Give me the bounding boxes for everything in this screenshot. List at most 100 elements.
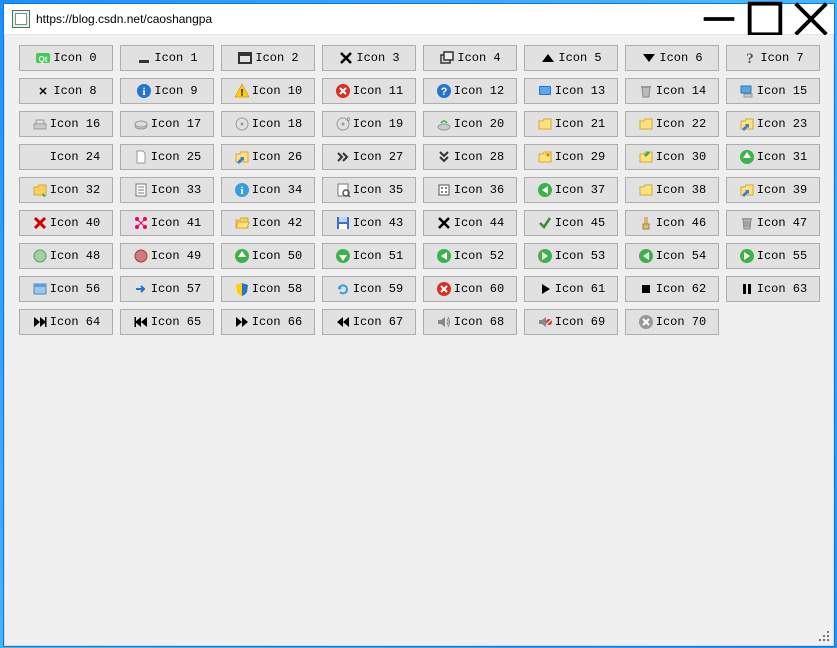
icon-button-38[interactable]: Icon 38 xyxy=(625,177,719,203)
chevron-right-double-icon xyxy=(335,149,351,165)
icon-button-5[interactable]: Icon 5 xyxy=(524,45,618,71)
icon-button-22[interactable]: Icon 22 xyxy=(625,111,719,137)
icon-button-57[interactable]: Icon 57 xyxy=(120,276,214,302)
close-button[interactable] xyxy=(788,4,834,34)
icon-button-62[interactable]: Icon 62 xyxy=(625,276,719,302)
icon-button-19[interactable]: DIcon 19 xyxy=(322,111,416,137)
minimize-button[interactable] xyxy=(696,4,742,34)
icon-button-1[interactable]: Icon 1 xyxy=(120,45,214,71)
icon-button-29[interactable]: ★Icon 29 xyxy=(524,144,618,170)
icon-button-13[interactable]: Icon 13 xyxy=(524,78,618,104)
icon-button-11[interactable]: Icon 11 xyxy=(322,78,416,104)
icon-button-37[interactable]: Icon 37 xyxy=(524,177,618,203)
icon-button-50[interactable]: Icon 50 xyxy=(221,243,315,269)
icon-button-63[interactable]: Icon 63 xyxy=(726,276,820,302)
icon-button-47[interactable]: Icon 47 xyxy=(726,210,820,236)
icon-button-34[interactable]: iIcon 34 xyxy=(221,177,315,203)
icon-label: Icon 53 xyxy=(555,249,605,263)
icon-button-4[interactable]: Icon 4 xyxy=(423,45,517,71)
window-icon xyxy=(32,281,48,297)
icon-label: Icon 48 xyxy=(50,249,100,263)
dialog-yes-icon xyxy=(32,248,48,264)
icon-label: Icon 33 xyxy=(151,183,201,197)
icon-button-2[interactable]: Icon 2 xyxy=(221,45,315,71)
icon-button-52[interactable]: Icon 52 xyxy=(423,243,517,269)
link-icon xyxy=(739,182,755,198)
icon-button-14[interactable]: Icon 14 xyxy=(625,78,719,104)
icon-button-42[interactable]: Icon 42 xyxy=(221,210,315,236)
icon-button-27[interactable]: Icon 27 xyxy=(322,144,416,170)
icon-button-44[interactable]: Icon 44 xyxy=(423,210,517,236)
icon-button-60[interactable]: Icon 60 xyxy=(423,276,517,302)
icon-label: Icon 51 xyxy=(353,249,403,263)
icon-button-43[interactable]: Icon 43 xyxy=(322,210,416,236)
icon-button-17[interactable]: Icon 17 xyxy=(120,111,214,137)
icon-button-33[interactable]: Icon 33 xyxy=(120,177,214,203)
drive-harddisk-icon xyxy=(133,116,149,132)
icon-button-59[interactable]: Icon 59 xyxy=(322,276,416,302)
icon-button-69[interactable]: Icon 69 xyxy=(524,309,618,335)
icon-button-3[interactable]: Icon 3 xyxy=(322,45,416,71)
icon-label: Icon 23 xyxy=(757,117,807,131)
icon-button-28[interactable]: Icon 28 xyxy=(423,144,517,170)
icon-label: Icon 44 xyxy=(454,216,504,230)
icon-button-10[interactable]: !Icon 10 xyxy=(221,78,315,104)
icon-button-68[interactable]: Icon 68 xyxy=(423,309,517,335)
icon-button-70[interactable]: Icon 70 xyxy=(625,309,719,335)
icon-button-36[interactable]: Icon 36 xyxy=(423,177,517,203)
icon-label: Icon 66 xyxy=(252,315,302,329)
icon-button-40[interactable]: Icon 40 xyxy=(19,210,113,236)
icon-button-46[interactable]: Icon 46 xyxy=(625,210,719,236)
icon-button-16[interactable]: Icon 16 xyxy=(19,111,113,137)
icon-button-67[interactable]: Icon 67 xyxy=(322,309,416,335)
icon-label: Icon 9 xyxy=(154,84,197,98)
title-bar-close-small-icon xyxy=(35,83,51,99)
icon-button-32[interactable]: Icon 32 xyxy=(19,177,113,203)
trashcan-icon xyxy=(638,83,654,99)
icon-button-30[interactable]: Icon 30 xyxy=(625,144,719,170)
icon-button-6[interactable]: Icon 6 xyxy=(625,45,719,71)
icon-button-20[interactable]: Icon 20 xyxy=(423,111,517,137)
icon-button-39[interactable]: Icon 39 xyxy=(726,177,820,203)
icon-button-64[interactable]: Icon 64 xyxy=(19,309,113,335)
maximize-button[interactable] xyxy=(742,4,788,34)
icon-button-49[interactable]: Icon 49 xyxy=(120,243,214,269)
icon-button-8[interactable]: Icon 8 xyxy=(19,78,113,104)
icon-button-66[interactable]: Icon 66 xyxy=(221,309,315,335)
icon-button-23[interactable]: Icon 23 xyxy=(726,111,820,137)
icon-button-18[interactable]: Icon 18 xyxy=(221,111,315,137)
icon-button-51[interactable]: Icon 51 xyxy=(322,243,416,269)
icon-button-65[interactable]: Icon 65 xyxy=(120,309,214,335)
icon-button-56[interactable]: Icon 56 xyxy=(19,276,113,302)
icon-label: Icon 65 xyxy=(151,315,201,329)
icon-button-24[interactable]: Icon 24 xyxy=(19,144,113,170)
icon-button-9[interactable]: iIcon 9 xyxy=(120,78,214,104)
icon-button-15[interactable]: Icon 15 xyxy=(726,78,820,104)
icon-button-48[interactable]: Icon 48 xyxy=(19,243,113,269)
icon-label: Icon 4 xyxy=(457,51,500,65)
dialog-apply-icon xyxy=(537,215,553,231)
folder-icon xyxy=(638,182,654,198)
icon-button-35[interactable]: Icon 35 xyxy=(322,177,416,203)
icon-button-55[interactable]: Icon 55 xyxy=(726,243,820,269)
icon-button-0[interactable]: QtIcon 0 xyxy=(19,45,113,71)
icon-button-25[interactable]: Icon 25 xyxy=(120,144,214,170)
icon-button-12[interactable]: ?Icon 12 xyxy=(423,78,517,104)
icon-button-7[interactable]: ?Icon 7 xyxy=(726,45,820,71)
icon-button-54[interactable]: Icon 54 xyxy=(625,243,719,269)
size-grip[interactable] xyxy=(817,629,831,643)
icon-label: Icon 28 xyxy=(454,150,504,164)
icon-button-53[interactable]: Icon 53 xyxy=(524,243,618,269)
icon-button-61[interactable]: Icon 61 xyxy=(524,276,618,302)
icon-button-21[interactable]: Icon 21 xyxy=(524,111,618,137)
arrow-back-green-icon xyxy=(537,182,553,198)
icon-label: Icon 68 xyxy=(454,315,504,329)
icon-label: Icon 62 xyxy=(656,282,706,296)
chevron-down-double-icon xyxy=(436,149,452,165)
icon-button-26[interactable]: Icon 26 xyxy=(221,144,315,170)
title-bar[interactable]: https://blog.csdn.net/caoshangpa xyxy=(4,4,834,35)
icon-button-58[interactable]: Icon 58 xyxy=(221,276,315,302)
icon-button-31[interactable]: Icon 31 xyxy=(726,144,820,170)
icon-button-45[interactable]: Icon 45 xyxy=(524,210,618,236)
icon-button-41[interactable]: Icon 41 xyxy=(120,210,214,236)
